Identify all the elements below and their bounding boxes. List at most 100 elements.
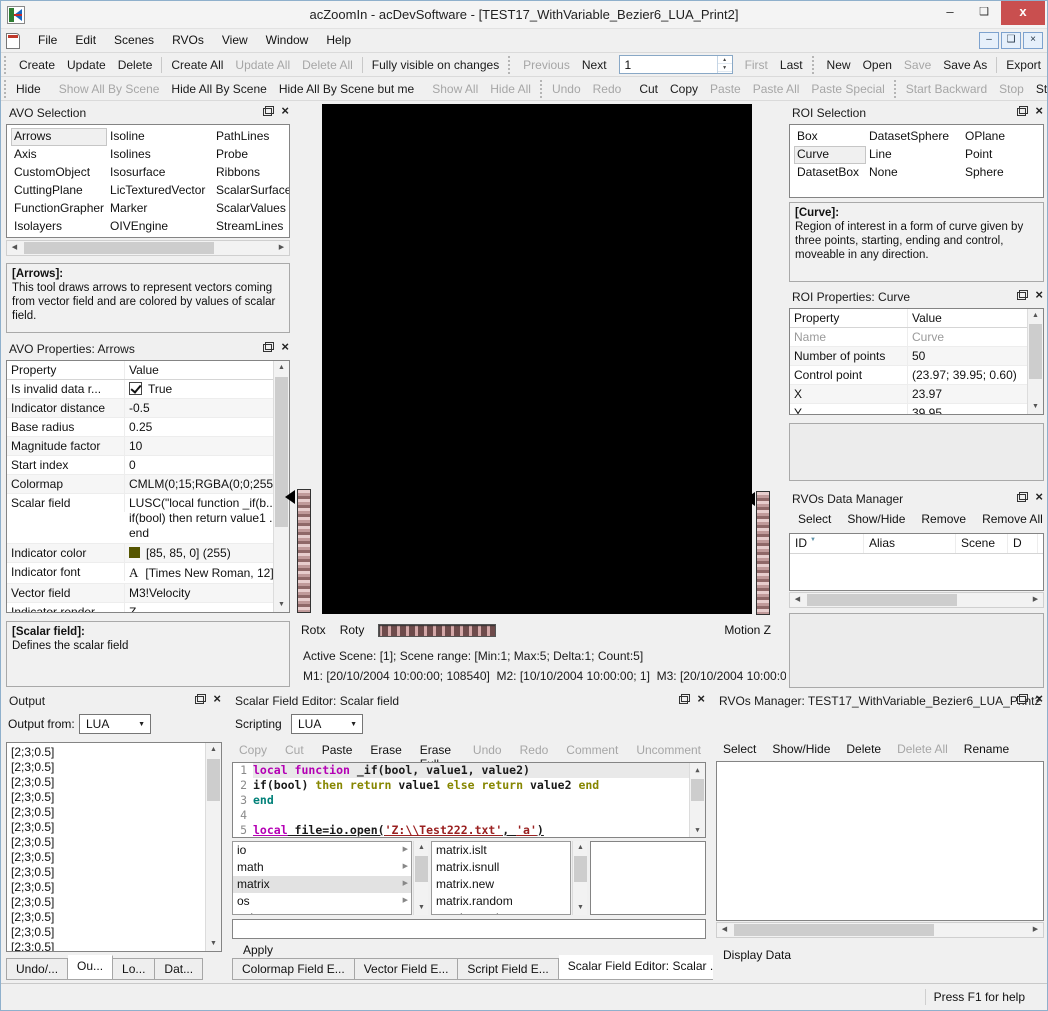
member-item[interactable]: matrix.rotation bbox=[432, 910, 570, 915]
property-row[interactable]: Is invalid data r...True bbox=[7, 380, 289, 399]
avo-item-probe[interactable]: Probe bbox=[213, 146, 285, 164]
avo-item-isoline[interactable]: Isoline bbox=[107, 128, 213, 146]
roi-item-oplane[interactable]: OPlane bbox=[962, 128, 1024, 146]
property-value[interactable]: 0 bbox=[125, 456, 289, 474]
toolbar-button-cut[interactable]: Cut bbox=[633, 79, 664, 99]
toolbar-button-hide-all-by-scene[interactable]: Hide All By Scene bbox=[165, 79, 272, 99]
tab-scalar-field-editor-scalar-[interactable]: Scalar Field Editor: Scalar ... bbox=[559, 955, 730, 980]
mgr-button-delete[interactable]: Delete bbox=[838, 739, 889, 759]
library-item-io[interactable]: io▶ bbox=[233, 842, 411, 859]
property-value[interactable]: (23.97; 39.95; 0.60) bbox=[908, 366, 1043, 384]
avo-item-customobject[interactable]: CustomObject bbox=[11, 164, 107, 182]
roi-item-datasetsphere[interactable]: DatasetSphere bbox=[866, 128, 962, 146]
code-line[interactable]: 5local file=io.open('Z:\\Test222.txt', '… bbox=[233, 823, 705, 838]
property-value[interactable]: True bbox=[125, 380, 289, 398]
property-row[interactable]: Vector fieldM3!Velocity bbox=[7, 584, 289, 603]
rotation-slider[interactable] bbox=[378, 624, 496, 637]
member-item[interactable]: matrix.isnull bbox=[432, 859, 570, 876]
float-icon[interactable] bbox=[263, 342, 274, 352]
output-list[interactable]: [2;3;0.5][2;3;0.5][2;3;0.5][2;3;0.5][2;3… bbox=[7, 743, 221, 952]
rdm-button-select[interactable]: Select bbox=[790, 509, 839, 529]
property-row[interactable]: Magnitude factor10 bbox=[7, 437, 289, 456]
avo-item-isosurface[interactable]: Isosurface bbox=[107, 164, 213, 182]
float-icon[interactable] bbox=[1017, 492, 1028, 502]
float-icon[interactable] bbox=[679, 694, 690, 704]
close-panel-icon[interactable]: × bbox=[281, 106, 289, 116]
avo-item-functiongrapher[interactable]: FunctionGrapher bbox=[11, 200, 107, 218]
member-list[interactable]: matrix.isltmatrix.isnullmatrix.newmatrix… bbox=[431, 841, 571, 915]
close-panel-icon[interactable]: × bbox=[1035, 492, 1043, 502]
motion-z-label[interactable]: Motion Z bbox=[724, 623, 771, 637]
mdi-close-button[interactable]: × bbox=[1023, 32, 1043, 49]
menu-edit[interactable]: Edit bbox=[66, 29, 105, 53]
toolbar-button-hide-all-by-scene-but-me[interactable]: Hide All By Scene but me bbox=[273, 79, 420, 99]
menu-file[interactable]: File bbox=[29, 29, 66, 53]
rdm-button-remove[interactable]: Remove bbox=[913, 509, 974, 529]
property-value[interactable]: Z bbox=[125, 603, 289, 613]
avo-item-axis[interactable]: Axis bbox=[11, 146, 107, 164]
roi-item-line[interactable]: Line bbox=[866, 146, 962, 164]
toolbar-button-create-all[interactable]: Create All bbox=[165, 55, 229, 75]
tab-ou-[interactable]: Ou... bbox=[68, 955, 113, 980]
property-value[interactable]: A[Times New Roman, 12] bbox=[125, 563, 289, 583]
mdi-minimize-button[interactable]: – bbox=[979, 32, 999, 49]
rdm-col-id[interactable]: ID▼ bbox=[790, 534, 864, 553]
toolbar-button-save-as[interactable]: Save As bbox=[937, 55, 993, 75]
toolbar-button-hide[interactable]: Hide bbox=[10, 79, 47, 99]
scripting-combo[interactable]: LUA bbox=[291, 714, 363, 734]
tab-dat-[interactable]: Dat... bbox=[155, 958, 203, 980]
menu-help[interactable]: Help bbox=[317, 29, 360, 53]
mdi-restore-button[interactable]: ❑ bbox=[1001, 32, 1021, 49]
member-vscrollbar[interactable]: ▲▼ bbox=[572, 841, 587, 915]
mgr-button-rename[interactable]: Rename bbox=[956, 739, 1017, 759]
avo-item-arrows[interactable]: Arrows bbox=[11, 128, 107, 146]
close-panel-icon[interactable]: × bbox=[213, 694, 221, 704]
properties-vscrollbar[interactable]: ▲▼ bbox=[273, 361, 289, 612]
toolbar-button-open[interactable]: Open bbox=[857, 55, 898, 75]
rdm-col-d[interactable]: D bbox=[1008, 534, 1038, 553]
toolbar-button-delete[interactable]: Delete bbox=[112, 55, 159, 75]
mgr-button-show-hide[interactable]: Show/Hide bbox=[764, 739, 838, 759]
toolbar-button-next[interactable]: Next bbox=[576, 55, 613, 75]
roi-item-box[interactable]: Box bbox=[794, 128, 866, 146]
rdm-button-remove-all[interactable]: Remove All bbox=[974, 509, 1047, 529]
rdm-col-alias[interactable]: Alias bbox=[864, 534, 956, 553]
avo-item-oivengine[interactable]: OIVEngine bbox=[107, 218, 213, 236]
property-value[interactable]: 23.97 bbox=[908, 385, 1043, 403]
property-row[interactable]: NameCurve bbox=[790, 328, 1043, 347]
library-item-os[interactable]: os▶ bbox=[233, 893, 411, 910]
rdm-button-show-hide[interactable]: Show/Hide bbox=[839, 509, 913, 529]
avo-item-streamlines[interactable]: StreamLines bbox=[213, 218, 285, 236]
library-item-matrix[interactable]: matrix▶ bbox=[233, 876, 411, 893]
close-panel-icon[interactable]: × bbox=[1035, 106, 1043, 116]
minimize-button[interactable]: – bbox=[933, 1, 967, 25]
menu-scenes[interactable]: Scenes bbox=[105, 29, 163, 53]
code-vscrollbar[interactable]: ▲▼ bbox=[689, 763, 705, 837]
close-panel-icon[interactable]: × bbox=[1035, 694, 1043, 704]
roi-item-none[interactable]: None bbox=[866, 164, 962, 182]
library-list[interactable]: io▶math▶matrix▶os▶string▶ bbox=[232, 841, 412, 915]
roi-item-point[interactable]: Point bbox=[962, 146, 1024, 164]
property-row[interactable]: Base radius0.25 bbox=[7, 418, 289, 437]
property-value[interactable]: 10 bbox=[125, 437, 289, 455]
menu-window[interactable]: Window bbox=[257, 29, 318, 53]
roi-item-curve[interactable]: Curve bbox=[794, 146, 866, 164]
avo-item-scalarsurface[interactable]: ScalarSurface bbox=[213, 182, 285, 200]
close-panel-icon[interactable]: × bbox=[1035, 290, 1043, 300]
checkbox-checked-icon[interactable] bbox=[129, 382, 142, 395]
float-icon[interactable] bbox=[1017, 106, 1028, 116]
spinner-arrows-icon[interactable]: ▲▼ bbox=[717, 56, 732, 73]
property-row[interactable]: Indicator distance-0.5 bbox=[7, 399, 289, 418]
tab-lo-[interactable]: Lo... bbox=[113, 958, 155, 980]
avo-item-marker[interactable]: Marker bbox=[107, 200, 213, 218]
property-value[interactable]: -0.5 bbox=[125, 399, 289, 417]
property-row[interactable]: Start index0 bbox=[7, 456, 289, 475]
toolbar-button-create[interactable]: Create bbox=[13, 55, 61, 75]
property-value[interactable]: 0.25 bbox=[125, 418, 289, 436]
properties-vscrollbar[interactable]: ▲▼ bbox=[1027, 309, 1043, 414]
avo-item-scalarvalues[interactable]: ScalarValues bbox=[213, 200, 285, 218]
property-row[interactable]: Scalar fieldLUSC("local function _if(b..… bbox=[7, 494, 289, 544]
float-icon[interactable] bbox=[1017, 694, 1028, 704]
tab-undo-[interactable]: Undo/... bbox=[6, 958, 68, 980]
property-value[interactable]: M3!Velocity bbox=[125, 584, 289, 602]
